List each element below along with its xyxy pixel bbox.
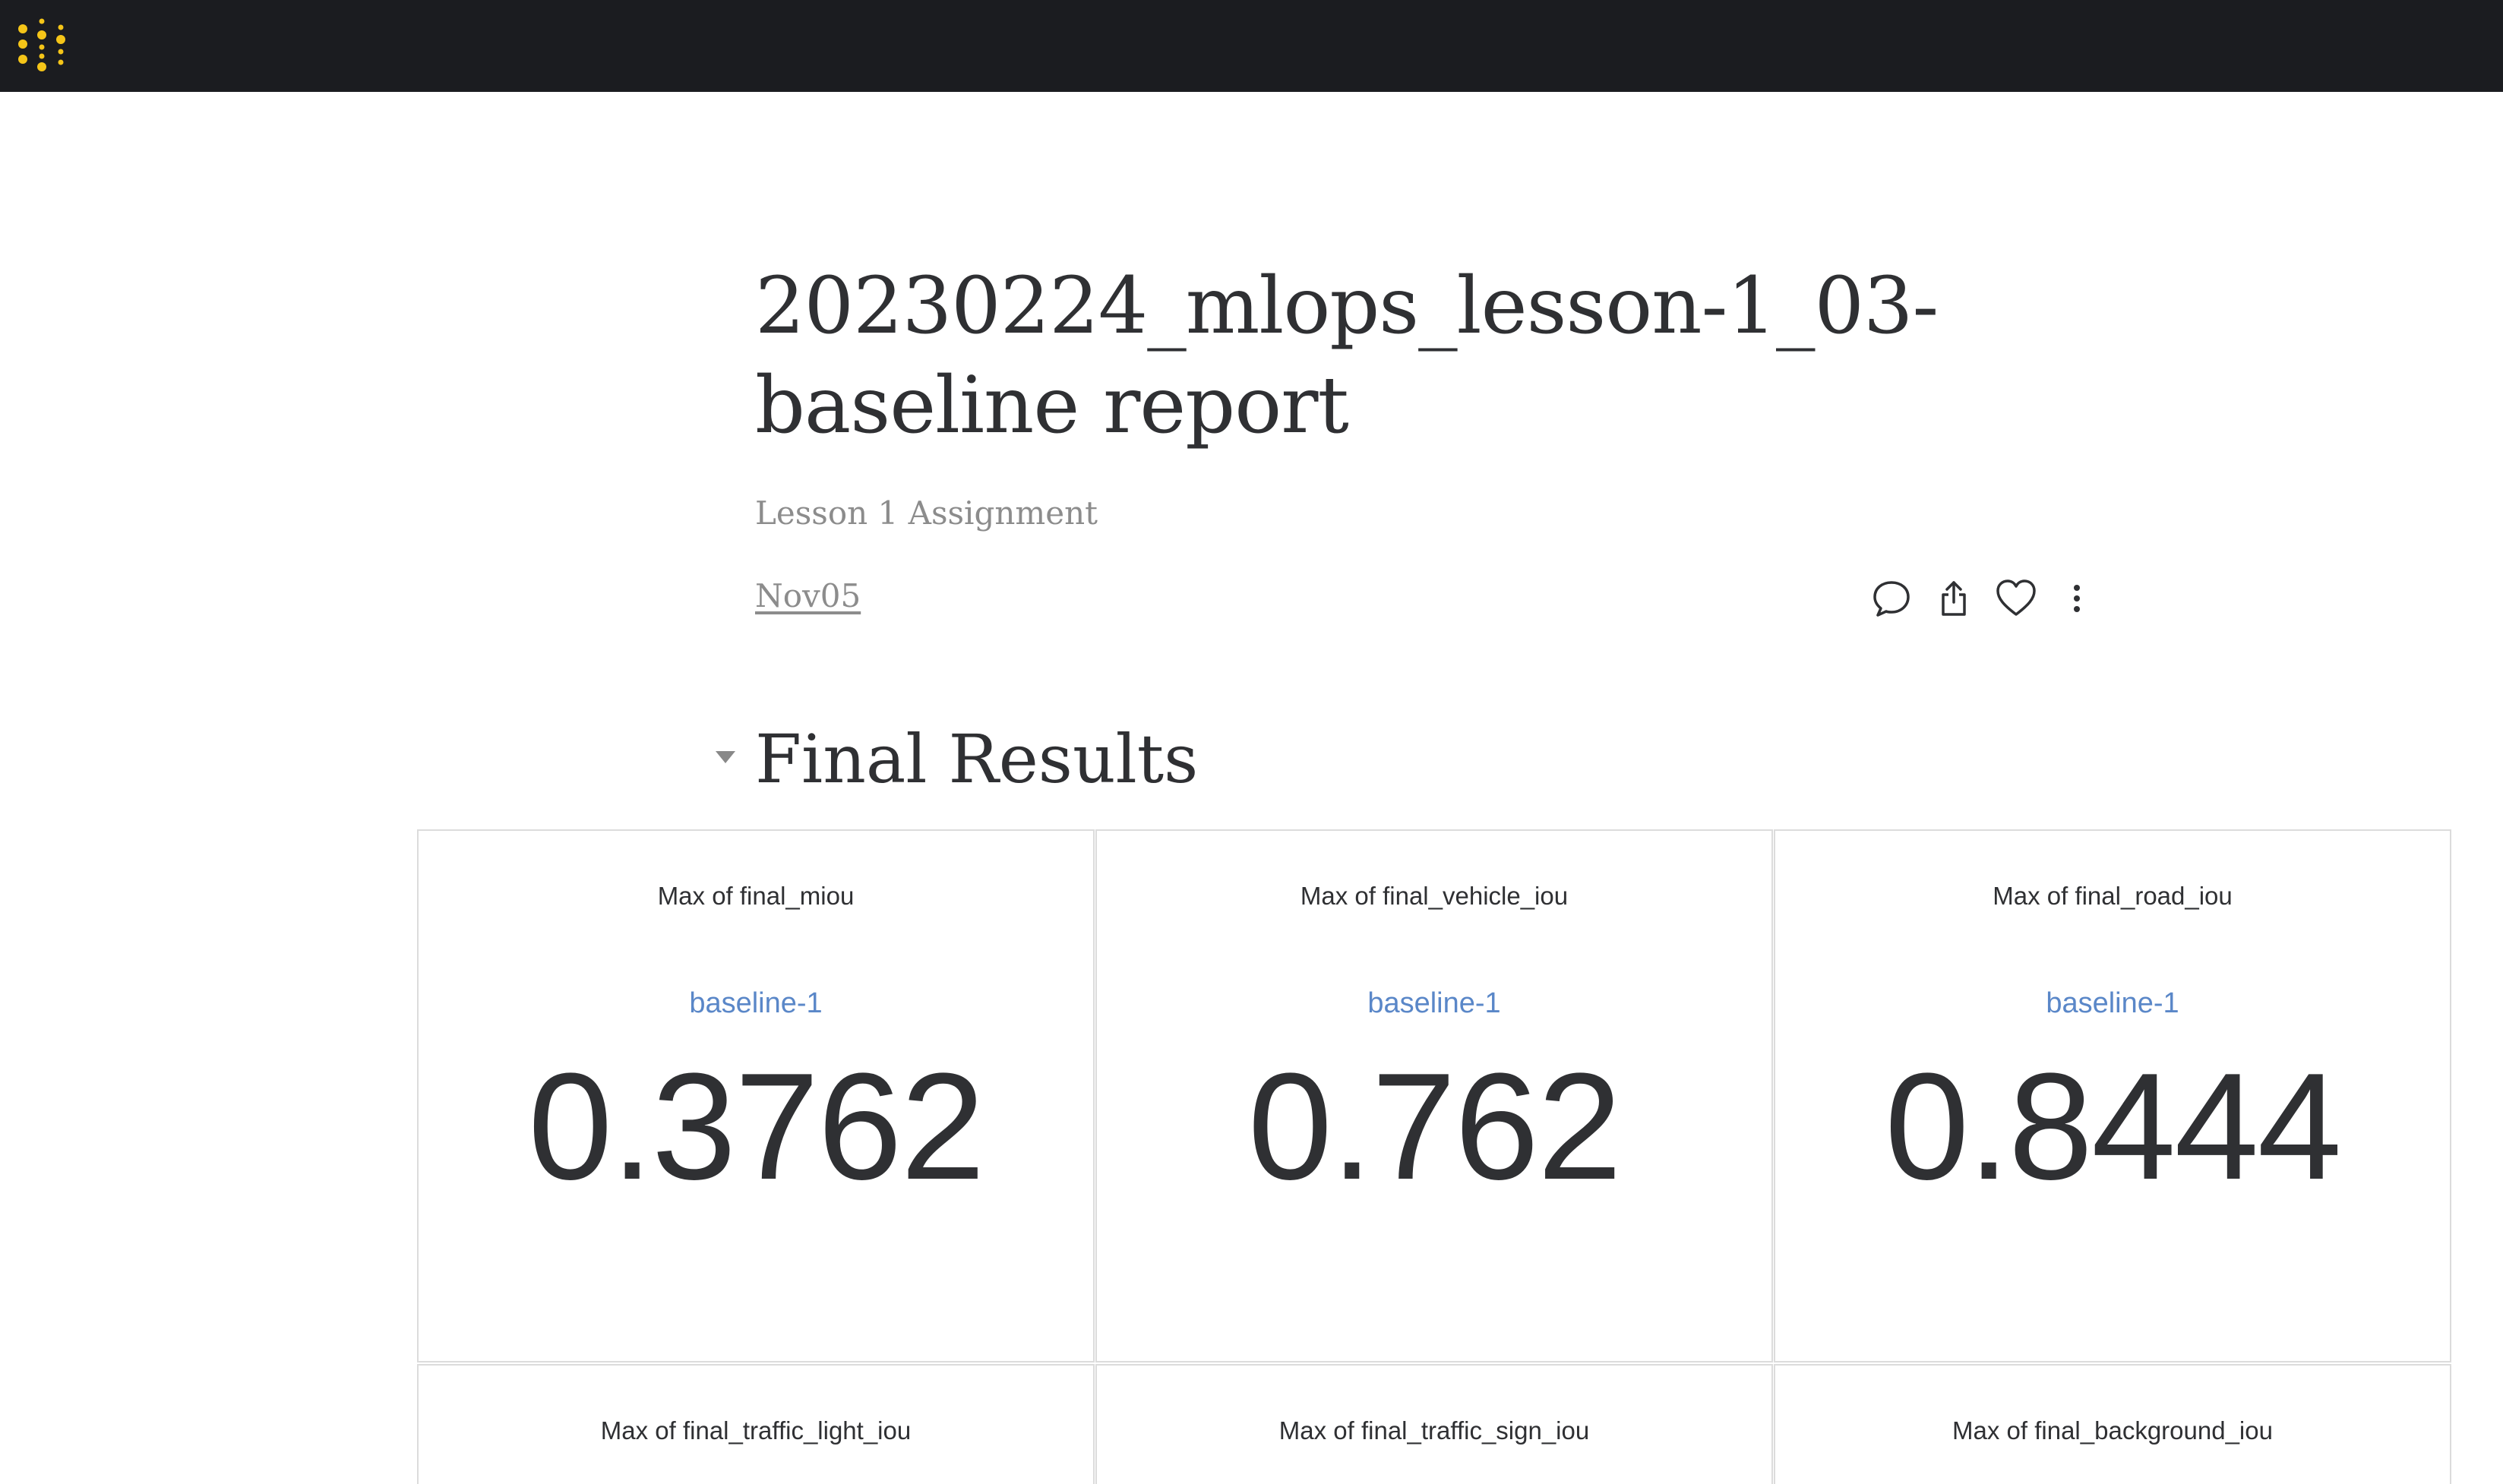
run-link[interactable]: baseline-1 — [1775, 986, 2450, 1021]
scalar-panel[interactable]: Max of final_traffic_sign_iou — [1095, 1364, 1773, 1484]
panel-value: 0.762 — [1247, 1042, 1623, 1211]
scalar-panel[interactable]: Max of final_traffic_light_iou — [417, 1364, 1095, 1484]
run-link[interactable]: baseline-1 — [1097, 986, 1771, 1021]
heart-icon[interactable] — [1993, 576, 2039, 621]
scalar-panel[interactable]: Max of final_background_iou — [1774, 1364, 2451, 1484]
panel-title: Max of final_background_iou — [1952, 1416, 2273, 1445]
report-title: 20230224_mlops_lesson-1_03-baseline repo… — [755, 260, 1939, 451]
report-subtitle: Lesson 1 Assignment — [755, 494, 1098, 532]
run-link[interactable]: baseline-1 — [419, 986, 1093, 1021]
caret-down-icon[interactable] — [714, 747, 737, 769]
panel-title: Max of final_vehicle_iou — [1300, 882, 1569, 910]
comment-icon[interactable] — [1869, 576, 1914, 621]
weights-and-biases-dots-icon[interactable] — [15, 17, 68, 71]
top-nav-bar — [0, 0, 2503, 92]
section-title: Final Results — [755, 720, 1199, 798]
scalar-panel[interactable]: Max of final_road_iou baseline-1 0.8444 — [1774, 829, 2451, 1362]
panel-title: Max of final_traffic_light_iou — [600, 1416, 912, 1445]
report-date-link[interactable]: Nov05 — [755, 573, 861, 619]
share-icon[interactable] — [1931, 576, 1977, 621]
panel-value: 0.8444 — [1885, 1042, 2342, 1211]
scalar-panel[interactable]: Max of final_miou baseline-1 0.3762 — [417, 829, 1095, 1362]
panel-value: 0.3762 — [528, 1042, 985, 1211]
scalar-panel[interactable]: Max of final_vehicle_iou baseline-1 0.76… — [1095, 829, 1773, 1362]
more-vertical-icon[interactable] — [2054, 576, 2100, 621]
panel-title: Max of final_traffic_sign_iou — [1278, 1416, 1590, 1445]
panel-title: Max of final_miou — [657, 882, 855, 910]
panel-title: Max of final_road_iou — [1993, 882, 2233, 910]
